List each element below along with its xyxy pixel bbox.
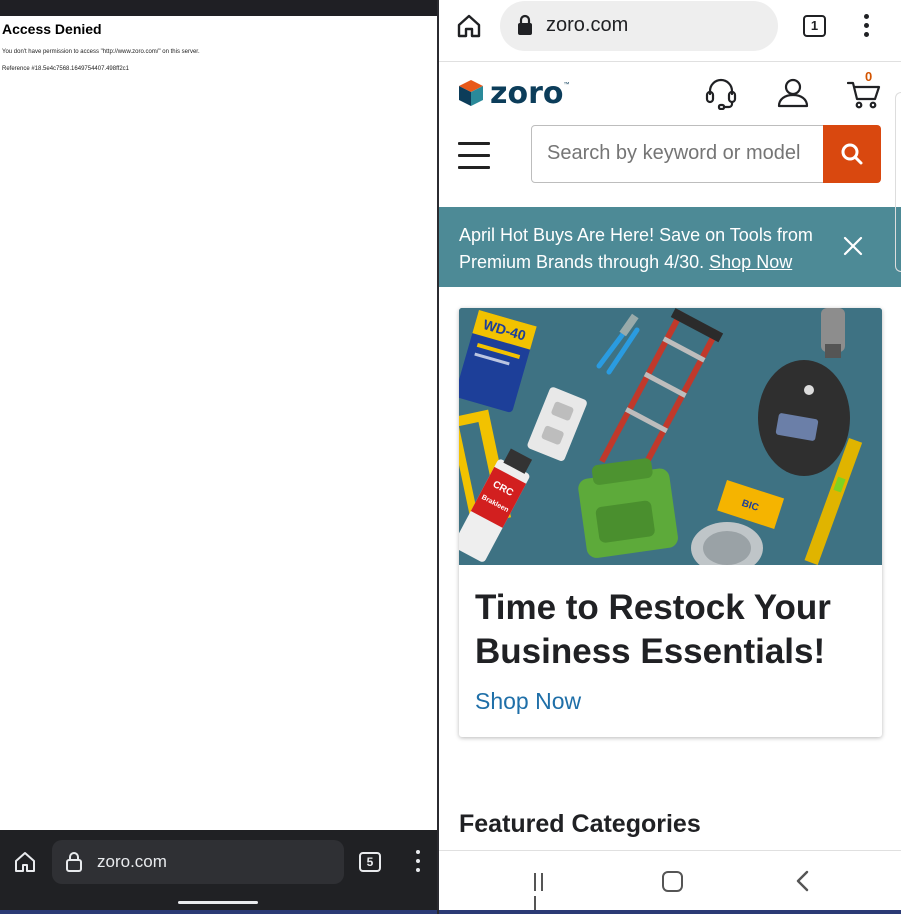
search-icon [841,143,863,165]
status-bar [0,0,438,16]
right-browser-pane: zoro.com 1 zoro ™ 0 Search by keyword or… [439,0,901,914]
promo-text: April Hot Buys Are Here! Save on Tools f… [459,222,829,276]
featured-categories-heading: Featured Categories [459,810,701,838]
more-menu-icon[interactable] [862,14,870,40]
error-message: You don't have permission to access "htt… [2,49,200,55]
menu-hamburger-icon[interactable] [458,142,490,169]
bottom-strip [439,910,901,914]
back-icon[interactable] [794,869,810,893]
left-browser-pane: Access Denied You don't have permission … [0,0,438,914]
tab-switcher-button[interactable]: 1 [803,15,826,37]
tab-switcher-button[interactable]: 5 [359,852,381,872]
search-input[interactable] [547,142,817,165]
hero-title: Time to Restock Your Business Essentials… [475,588,831,671]
error-title: Access Denied [2,21,102,37]
logo-text: zoro [490,75,564,111]
gesture-handle[interactable] [178,901,258,904]
address-bar[interactable] [500,1,778,51]
home-icon[interactable] [13,850,37,874]
home-icon[interactable] [456,13,482,39]
recent-apps-icon[interactable] [534,873,554,914]
address-text: zoro.com [546,14,629,36]
promo-shop-now-link[interactable]: Shop Now [709,252,792,272]
side-panel-handle[interactable] [895,92,901,272]
search-button[interactable] [823,125,881,183]
error-reference: Reference #18.5e4c7568.1649754407.498ff2… [2,66,129,72]
hero-tools-image[interactable]: WD-40 CRC Brakleen BIC [459,308,882,565]
lock-icon [518,14,532,35]
cart-icon[interactable] [847,76,881,110]
lock-icon [66,852,82,872]
tools-illustration: WD-40 CRC Brakleen BIC [459,308,882,565]
bottom-strip [0,910,438,914]
split-screen: Access Denied You don't have permission … [0,0,901,914]
close-icon[interactable] [841,234,865,258]
address-bar[interactable] [52,840,344,884]
cart-count-badge: 0 [865,69,873,84]
more-menu-icon[interactable] [414,850,422,874]
logo-trademark: ™ [563,82,570,88]
headset-icon[interactable] [704,76,738,110]
address-text: zoro.com [97,852,167,871]
hero-shop-now-link[interactable]: Shop Now [475,688,581,715]
home-button[interactable] [662,871,683,892]
logo-cube-icon [459,80,483,106]
zoro-logo[interactable]: zoro ™ [458,75,570,111]
user-icon[interactable] [776,76,810,110]
hero-card[interactable]: WD-40 CRC Brakleen BIC Time to Restock Y… [459,308,882,737]
